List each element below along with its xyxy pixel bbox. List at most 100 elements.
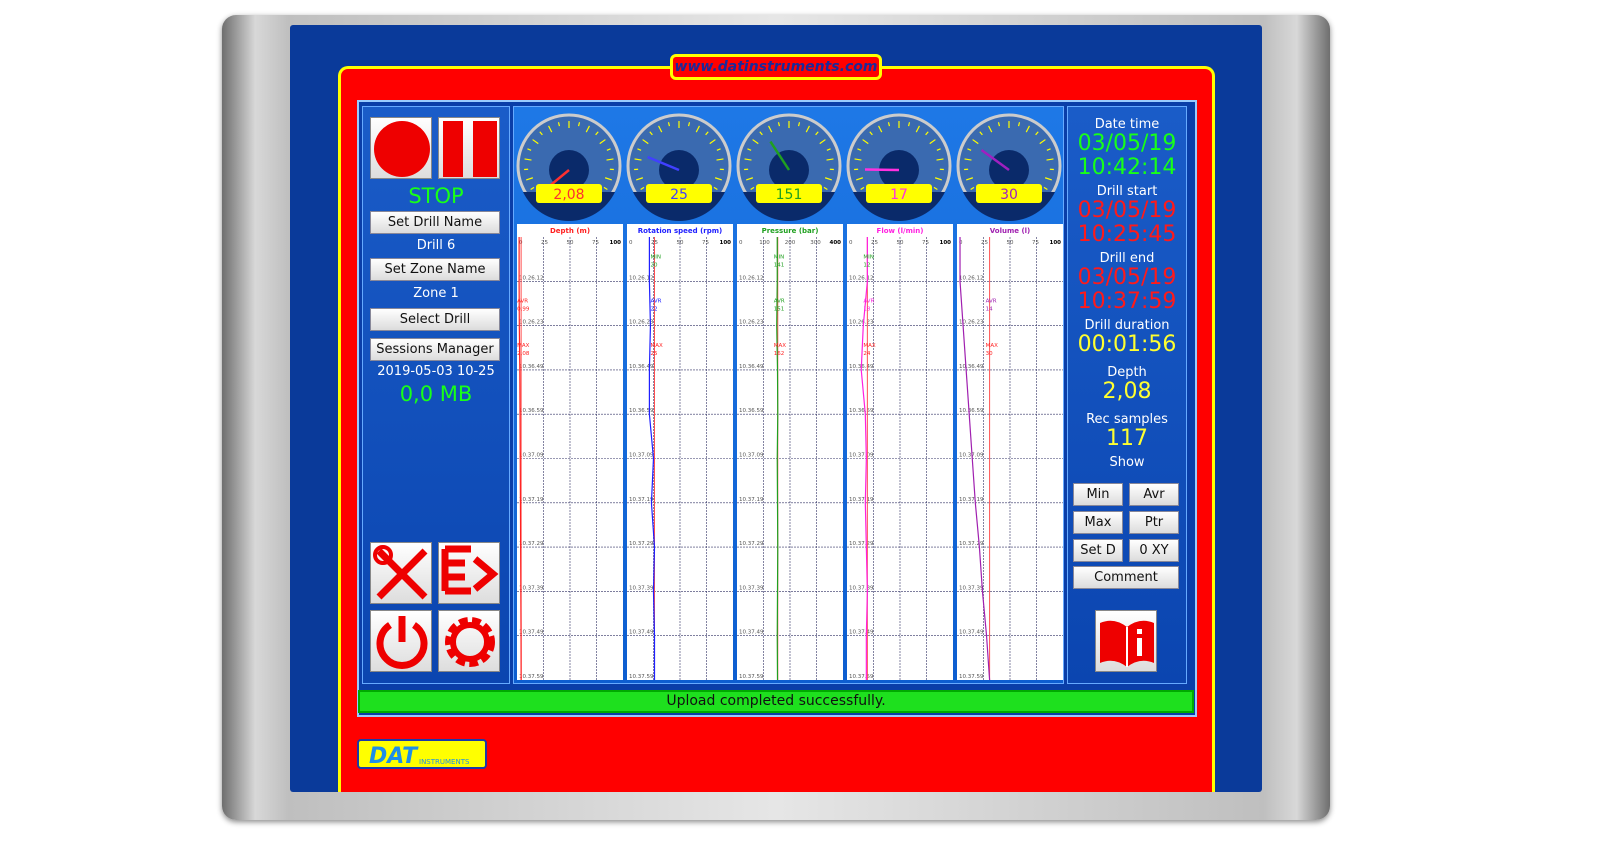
time-label: 10.26.12 [959,275,984,281]
settings-button[interactable] [438,610,500,672]
tick-label: 100 [1050,240,1062,246]
min-button[interactable]: Min [1073,483,1123,506]
annotation-label: AVR [986,299,997,305]
tick-label: 75 [702,240,709,246]
annotation-label: AVR [774,299,785,305]
annotation-value: 25 [651,351,658,357]
samples-value: 117 [1106,426,1148,451]
annotation-label: MIN [651,254,661,260]
tick-label: 100 [720,240,732,246]
show-label: Show [1109,455,1145,470]
tick-label: 25 [981,240,988,246]
comment-button[interactable]: Comment [1073,566,1179,589]
annotation-label: MAX [651,343,664,349]
set-d-button[interactable]: Set D [1073,539,1123,562]
gauge-value: 25 [670,187,688,203]
tick-label: 0 [849,240,853,246]
website-url: www.datinstruments.com [670,54,882,80]
current-date: 03/05/19 [1077,131,1177,156]
end-date: 03/05/19 [1077,265,1177,290]
chart-title: Rotation speed (rpm) [638,227,723,235]
annotation-label: MAX [774,343,787,349]
time-label: 10.36.49 [959,364,984,370]
time-label: 10.37.59 [849,674,874,680]
annotation-label: AVR [517,299,528,305]
time-label: 10.37.59 [739,674,764,680]
tick-label: 75 [1032,240,1039,246]
ptr-button[interactable]: Ptr [1129,511,1179,534]
tools-button[interactable] [370,542,432,604]
dat-logo: DAT INSTRUMENTS [357,739,487,769]
time-label: 10.36.59 [629,408,654,414]
time-label: 10.37.49 [629,630,654,636]
time-label: 10.37.29 [849,541,874,547]
select-drill-button[interactable]: Select Drill [370,308,500,331]
tick-label: 0 [739,240,743,246]
export-icon [441,545,499,595]
manual-button[interactable] [1095,610,1157,672]
export-button[interactable] [438,542,500,604]
time-label: 10.37.29 [739,541,764,547]
annotation-value: 20 [651,262,658,268]
time-label: 10.37.39 [519,585,544,591]
max-button[interactable]: Max [1073,511,1123,534]
gauge-needle [864,168,900,172]
drill-start-label: Drill start [1096,184,1158,199]
annotation-label: AVR [651,299,662,305]
record-icon [374,121,430,177]
storage-size: 0,0 MB [399,382,473,406]
annotation-label: MIN [863,254,873,260]
power-button[interactable] [370,610,432,672]
avr-button[interactable]: Avr [1129,483,1179,506]
time-label: 10.26.23 [739,320,764,326]
time-label: 10.37.19 [629,497,654,503]
current-time: 10:42:14 [1077,155,1177,180]
tick-label: 0 [629,240,633,246]
pause-button[interactable] [438,117,500,179]
annotation-label: MAX [517,343,530,349]
annotation-value: 151 [774,307,785,313]
tick-label: 50 [567,240,574,246]
tick-label: 25 [541,240,548,246]
set-drill-name-button[interactable]: Set Drill Name [370,211,500,234]
power-icon [376,616,428,669]
time-label: 10.36.49 [739,364,764,370]
depth-label: Depth [1107,365,1147,380]
annotation-value: 141 [774,262,785,268]
annotation-label: MAX [986,343,999,349]
time-label: 10.37.09 [849,453,874,459]
record-button[interactable] [370,117,432,179]
session-name: 2019-05-03 10-25 [377,364,495,379]
time-label: 10.36.49 [519,364,544,370]
start-time: 10:25:45 [1077,222,1177,247]
annotation-label: MAX [863,343,876,349]
start-date: 03/05/19 [1077,198,1177,223]
gauge-value: 17 [890,187,908,203]
tick-label: 200 [785,240,796,246]
gauges: 2,08 25 151 17 30 [516,113,1062,221]
sessions-manager-button[interactable]: Sessions Manager [370,338,500,361]
recording-state: STOP [408,184,464,208]
gauge-value: 151 [776,187,803,203]
time-label: 10.37.49 [739,630,764,636]
time-label: 10.36.49 [629,364,654,370]
drill-name: Drill 6 [416,238,456,253]
time-label: 10.37.29 [959,541,984,547]
chart-title: Depth (m) [550,227,590,235]
set-zone-name-button[interactable]: Set Zone Name [370,258,500,281]
time-label: 10.26.23 [849,320,874,326]
time-label: 10.26.23 [519,320,544,326]
svg-text:DAT: DAT [369,744,419,767]
zero-xy-button[interactable]: 0 XY [1129,539,1179,562]
time-label: 10.36.59 [739,408,764,414]
tick-label: 25 [871,240,878,246]
duration: 00:01:56 [1077,332,1177,357]
chart-title: Pressure (bar) [762,227,819,235]
annotation-value: 162 [774,351,785,357]
samples-label: Rec samples [1086,412,1168,427]
tick-label: 400 [830,240,842,246]
time-label: 10.26.12 [849,275,874,281]
tick-label: 75 [592,240,599,246]
svg-text:INSTRUMENTS: INSTRUMENTS [419,758,470,766]
date-time-label: Date time [1094,117,1160,132]
